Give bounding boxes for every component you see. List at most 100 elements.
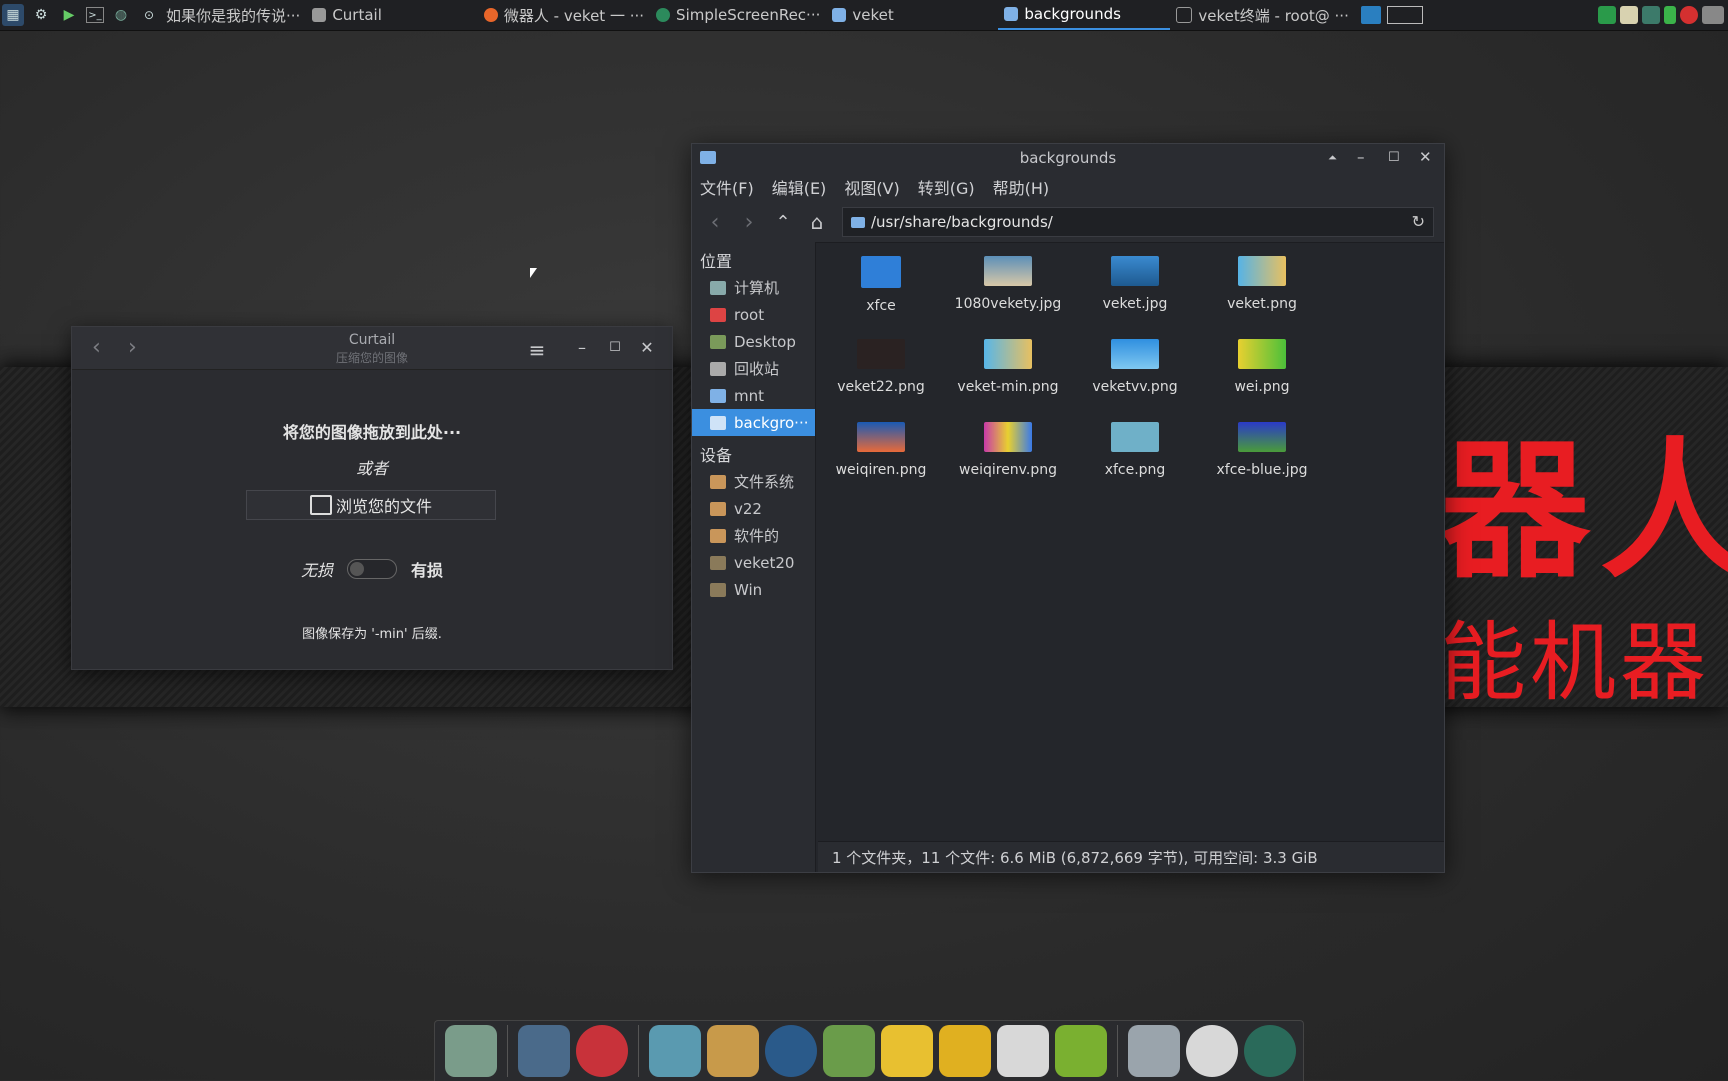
- image-thumbnail: [1238, 422, 1286, 452]
- file-item[interactable]: veket-min.png: [945, 327, 1071, 395]
- close-button[interactable]: ✕: [638, 338, 656, 357]
- file-item[interactable]: xfce-blue.jpg: [1199, 410, 1325, 478]
- globe-icon[interactable]: ◍: [110, 4, 132, 26]
- refresh-icon[interactable]: ↻: [1412, 212, 1425, 231]
- task-backgrounds[interactable]: backgrounds: [998, 0, 1171, 30]
- settings-icon[interactable]: ⚙: [30, 4, 52, 26]
- shield-icon[interactable]: [1598, 6, 1616, 24]
- folder-icon: [832, 8, 847, 22]
- task-curtail[interactable]: Curtail: [306, 0, 388, 30]
- sidebar-item-win[interactable]: Win: [692, 576, 815, 603]
- sidebar-item-software[interactable]: 软件的: [692, 522, 815, 549]
- minimize-button[interactable]: –: [573, 338, 591, 357]
- sidebar-item-filesystem[interactable]: 文件系统: [692, 468, 815, 495]
- dock-app-paint-icon[interactable]: [707, 1025, 759, 1077]
- file-name: veket.jpg: [1102, 296, 1168, 312]
- dock-app-drive-icon[interactable]: [1128, 1025, 1180, 1077]
- back-icon[interactable]: ‹: [698, 210, 732, 235]
- close-button[interactable]: ✕: [1419, 148, 1432, 166]
- sidebar-item-root[interactable]: root: [692, 301, 815, 328]
- dock-app-editor-icon[interactable]: [649, 1025, 701, 1077]
- sidebar-item-backgrounds[interactable]: backgro···: [692, 409, 815, 436]
- task-music[interactable]: 如果你是我的传说···: [160, 0, 306, 30]
- sidebar-item-label: 软件的: [734, 527, 780, 545]
- file-item[interactable]: veket22.png: [818, 327, 944, 395]
- dock-app-help-icon[interactable]: [1055, 1025, 1107, 1077]
- file-item[interactable]: xfce: [818, 244, 944, 314]
- system-tray: [1598, 6, 1728, 24]
- file-name: xfce: [866, 298, 896, 314]
- record-icon[interactable]: ⊙: [138, 4, 160, 26]
- sidebar-item-mnt[interactable]: mnt: [692, 382, 815, 409]
- dock-app-mascot-icon[interactable]: [576, 1025, 628, 1077]
- location-bar[interactable]: /usr/share/backgrounds/ ↻: [842, 207, 1434, 237]
- dock-app-users-icon[interactable]: [823, 1025, 875, 1077]
- workspace-icon[interactable]: [1386, 6, 1423, 24]
- places-header: 位置: [700, 252, 733, 271]
- dock-app-monitor-icon[interactable]: [518, 1025, 570, 1077]
- task-firefox[interactable]: 微器人 - veket 一 ···: [478, 0, 650, 30]
- battery-icon[interactable]: [1664, 6, 1676, 24]
- menu-help[interactable]: 帮助(H): [993, 175, 1050, 199]
- dock-app-kiwi-icon[interactable]: [445, 1025, 497, 1077]
- menu-file[interactable]: 文件(F): [700, 175, 754, 199]
- keyboard-icon[interactable]: [1702, 6, 1724, 24]
- sidebar-item-label: mnt: [734, 386, 764, 405]
- dock-app-penguin-icon[interactable]: [881, 1025, 933, 1077]
- desktop-switcher-icon[interactable]: [1360, 6, 1381, 24]
- image-thumbnail: [857, 422, 905, 452]
- sidebar-item-desktop[interactable]: Desktop: [692, 328, 815, 355]
- file-item[interactable]: veket.jpg: [1072, 244, 1198, 312]
- image-thumbnail: [984, 422, 1032, 452]
- file-item[interactable]: wei.png: [1199, 327, 1325, 395]
- network-icon[interactable]: [1642, 6, 1660, 24]
- file-item[interactable]: veketvv.png: [1072, 327, 1198, 395]
- or-text: 或者: [355, 459, 388, 478]
- clipboard-icon[interactable]: [1620, 6, 1638, 24]
- dock-app-media-icon[interactable]: [765, 1025, 817, 1077]
- home-icon[interactable]: ⌂: [800, 210, 834, 234]
- menu-edit[interactable]: 编辑(E): [772, 175, 827, 199]
- play-icon[interactable]: ▶: [58, 4, 80, 26]
- file-item[interactable]: veket.png: [1199, 244, 1325, 312]
- dock-app-chart-icon[interactable]: [997, 1025, 1049, 1077]
- drop-zone-text: 将您的图像拖放到此处···: [282, 423, 462, 442]
- folder-icon: [851, 216, 865, 228]
- location-path: /usr/share/backgrounds/: [871, 213, 1053, 231]
- dock-app-notes-icon[interactable]: [939, 1025, 991, 1077]
- sidebar-item-veket20[interactable]: veket20: [692, 549, 815, 576]
- maximize-button[interactable]: ☐: [1388, 150, 1400, 165]
- dock-app-globe-icon[interactable]: [1244, 1025, 1296, 1077]
- terminal-icon[interactable]: >_: [86, 7, 104, 23]
- maximize-button[interactable]: ☐: [606, 340, 624, 355]
- file-item[interactable]: weiqiren.png: [818, 410, 944, 478]
- file-item[interactable]: weiqirenv.png: [945, 410, 1071, 478]
- task-screenrec[interactable]: SimpleScreenRec···: [650, 0, 826, 30]
- task-label: backgrounds: [1024, 5, 1121, 23]
- up-icon[interactable]: ⌃: [766, 212, 800, 233]
- toolbar: ‹ › ⌃ ⌂ /usr/share/backgrounds/ ↻: [692, 202, 1444, 243]
- minimize-button[interactable]: –: [1357, 148, 1365, 166]
- task-label: veket终端 - root@ ···: [1198, 6, 1349, 25]
- drive-icon: [710, 474, 726, 489]
- dock-app-brightness-icon[interactable]: [1186, 1025, 1238, 1077]
- menu-view[interactable]: 视图(V): [844, 175, 899, 199]
- task-veket[interactable]: veket: [826, 0, 998, 30]
- browse-files-button[interactable]: 浏览您的文件: [246, 490, 496, 520]
- hamburger-menu-icon[interactable]: ≡: [528, 338, 546, 362]
- sidebar-item-computer[interactable]: 计算机: [692, 274, 815, 301]
- file-item[interactable]: xfce.png: [1072, 410, 1198, 478]
- shade-button[interactable]: ⏶: [1328, 151, 1337, 165]
- image-thumbnail: [1111, 256, 1159, 286]
- task-terminal[interactable]: veket终端 - root@ ···: [1170, 0, 1354, 30]
- sidebar-item-v22[interactable]: v22: [692, 495, 815, 522]
- power-icon[interactable]: [1680, 6, 1698, 24]
- sidebar-item-label: Desktop: [734, 332, 796, 351]
- menu-go[interactable]: 转到(G): [918, 175, 975, 199]
- compression-mode-toggle[interactable]: [347, 559, 397, 579]
- system-monitor-icon[interactable]: ▦: [2, 4, 24, 26]
- toggle-knob: [350, 562, 364, 576]
- file-item[interactable]: 1080vekety.jpg: [945, 244, 1071, 312]
- sidebar-item-trash[interactable]: 回收站: [692, 355, 815, 382]
- forward-icon[interactable]: ›: [732, 210, 766, 235]
